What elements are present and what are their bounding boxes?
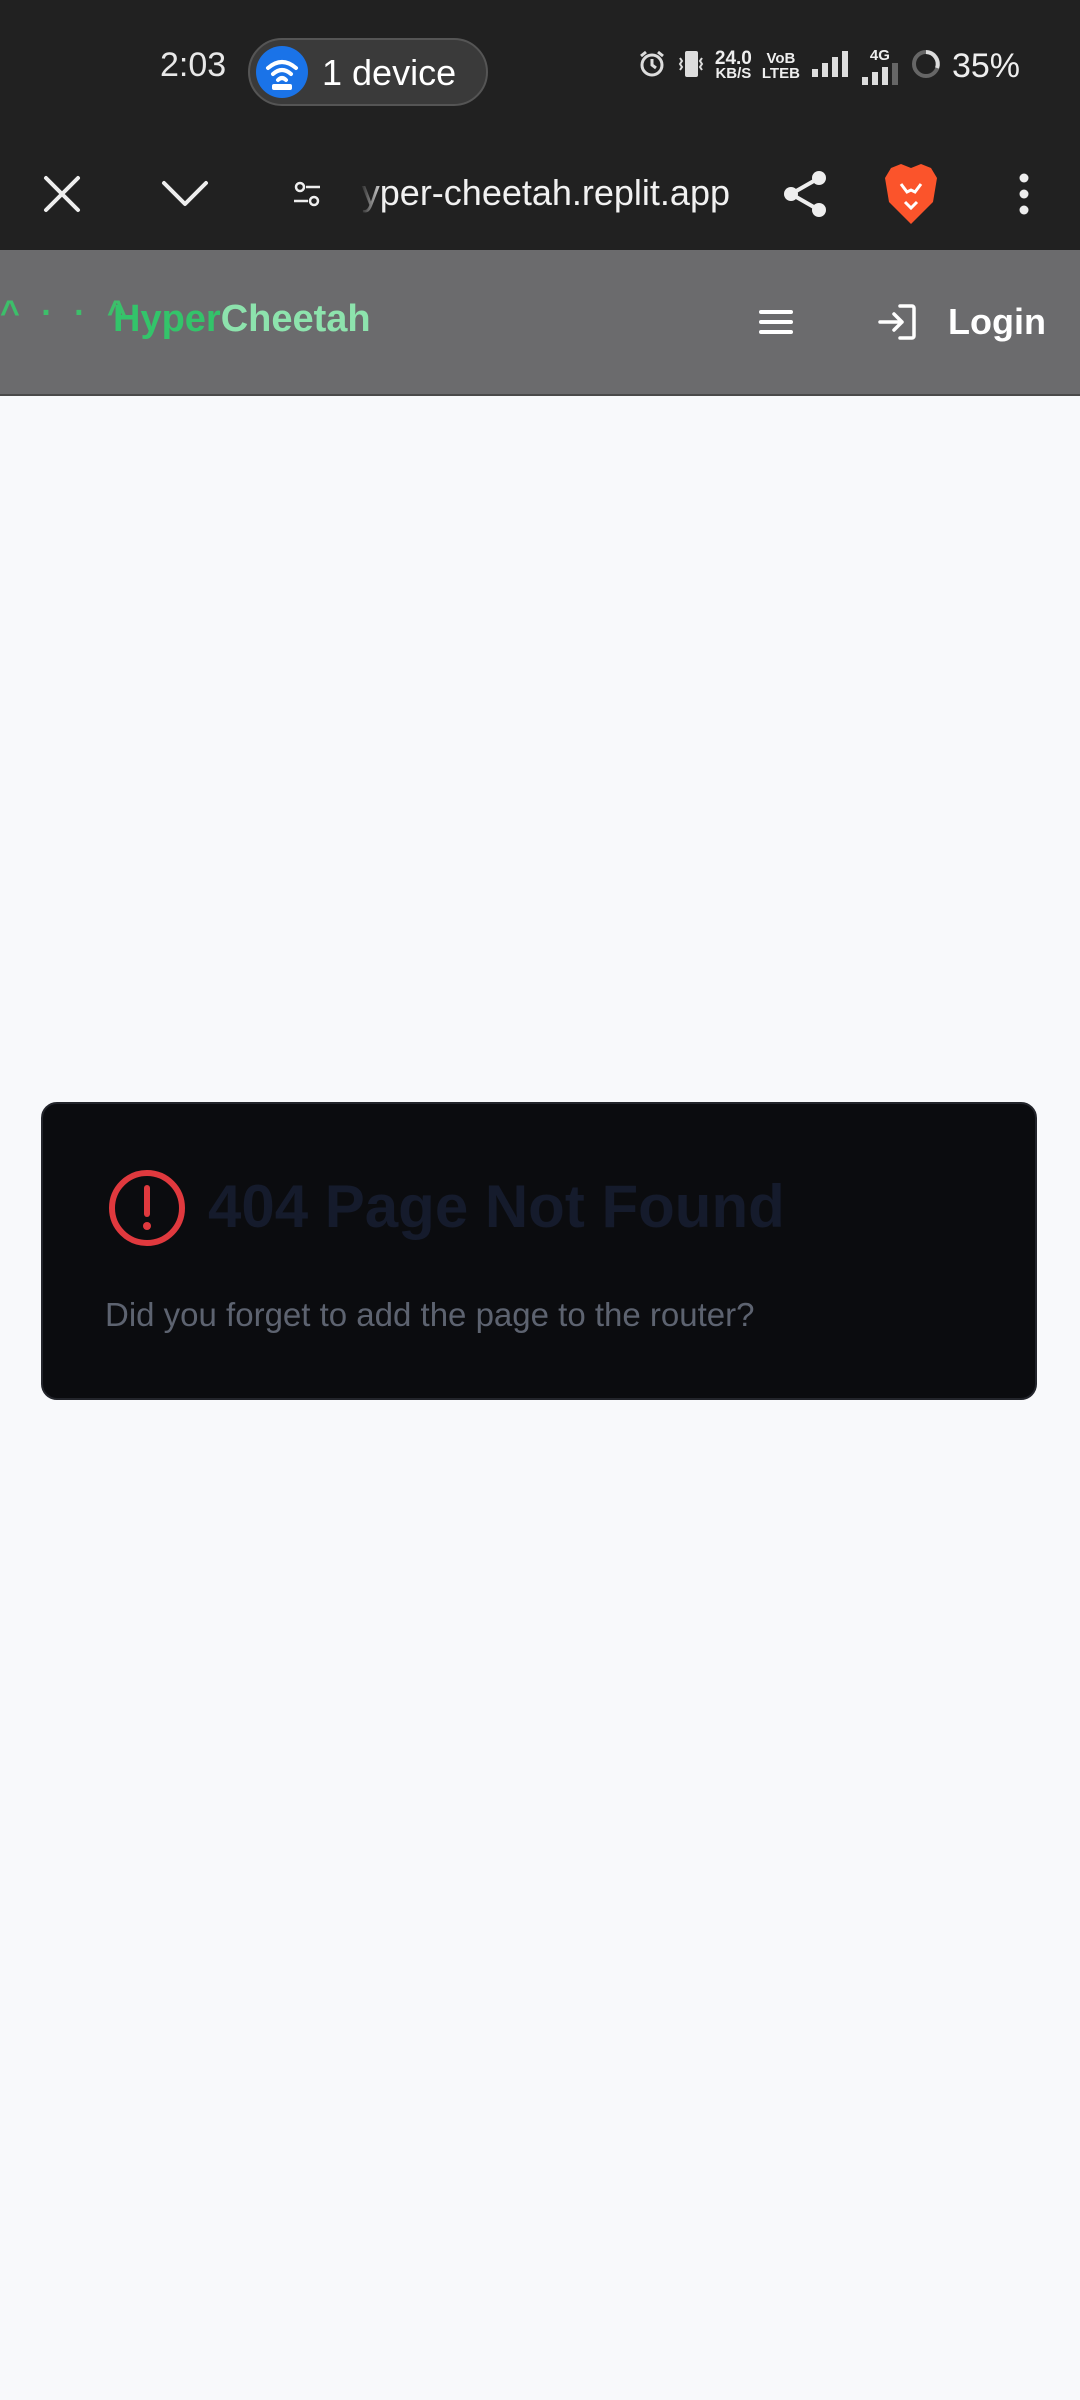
error-title: 404 Page Not Found	[208, 1173, 785, 1240]
volte-bottom: LTEB	[761, 65, 800, 82]
close-tab-button[interactable]	[30, 138, 94, 250]
signal-icon	[810, 49, 850, 84]
volte-indicator: VoB LTEB	[762, 51, 800, 81]
mobile-data-indicator: 4G	[860, 48, 900, 85]
logo-cheetah: Cheetah	[220, 298, 371, 340]
minimize-button[interactable]	[150, 138, 220, 250]
status-bar: 2:03 1 device 24.0 KB/S VoB LTEB 4G 35%	[0, 0, 1080, 138]
battery-icon	[910, 48, 942, 85]
status-time: 2:03	[160, 46, 227, 84]
error-description: Did you forget to add the page to the ro…	[105, 1296, 755, 1333]
menu-button[interactable]	[752, 298, 800, 346]
tune-icon	[294, 181, 320, 207]
app-header: ^ · · ^ HyperCheetah Login	[0, 250, 1080, 396]
login-label: Login	[948, 301, 1046, 342]
vibrate-icon	[677, 48, 705, 85]
brave-shields-button[interactable]	[880, 138, 942, 250]
more-vert-icon	[1019, 173, 1029, 215]
logo-hyper: Hyper	[113, 298, 221, 340]
network-speed-unit: KB/S	[715, 65, 752, 82]
browser-toolbar: hyper-cheetah.replit.app	[0, 138, 1080, 250]
url-text: hyper-cheetah.replit.app	[360, 172, 730, 213]
url-bar[interactable]: hyper-cheetah.replit.app	[360, 168, 740, 218]
hotspot-pill[interactable]: 1 device	[248, 38, 488, 106]
not-found-card: 404 Page Not Found Did you forget to add…	[41, 1102, 1037, 1400]
close-icon	[44, 176, 80, 212]
logo[interactable]: HyperCheetah	[113, 298, 371, 341]
alert-circle-icon	[107, 1168, 187, 1248]
overflow-menu-button[interactable]	[1004, 138, 1044, 250]
login-button[interactable]: Login	[876, 290, 1046, 354]
alarm-icon	[637, 49, 667, 84]
network-speed: 24.0 KB/S	[714, 48, 752, 82]
mobile-data-label: 4G	[869, 46, 890, 64]
hamburger-menu-icon	[759, 310, 793, 334]
brave-lion-icon	[885, 164, 937, 224]
hotspot-icon	[256, 46, 308, 98]
share-icon	[784, 171, 826, 217]
status-icons: 24.0 KB/S VoB LTEB 4G 35%	[637, 46, 1020, 86]
share-button[interactable]	[776, 138, 836, 250]
signal-2-icon	[861, 62, 898, 85]
network-speed-value: 24.0	[714, 48, 752, 69]
battery-percent: 35%	[951, 46, 1020, 85]
chevron-down-icon	[162, 181, 208, 206]
login-icon	[878, 304, 916, 340]
hotspot-label: 1 device	[322, 52, 457, 93]
site-settings-button[interactable]	[282, 138, 332, 250]
volte-top: VoB	[766, 50, 796, 67]
